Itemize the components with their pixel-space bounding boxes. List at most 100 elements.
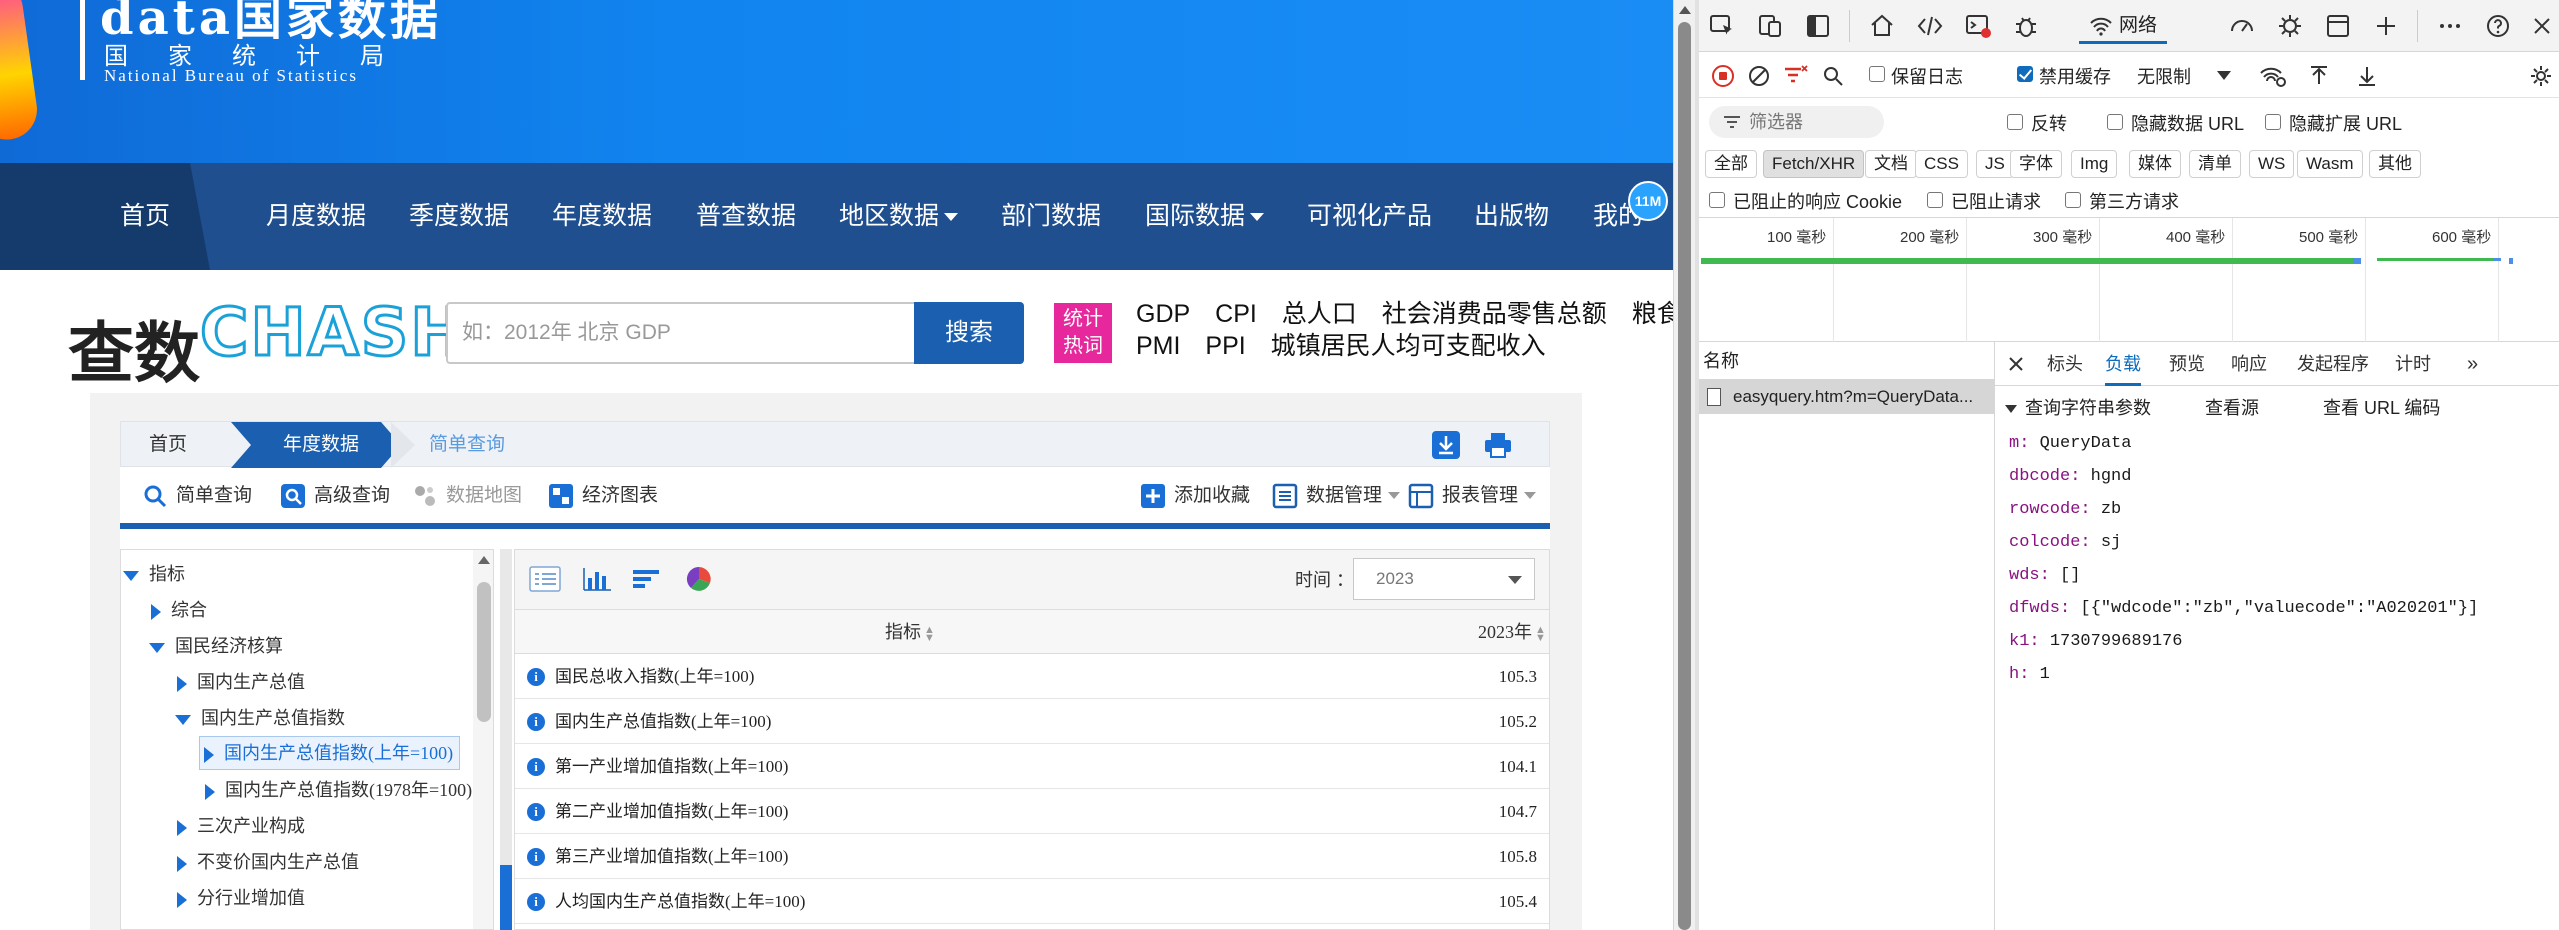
data-management-dropdown[interactable]: 数据管理 [1272,479,1401,513]
table-row[interactable]: i 人均国内生产总值指数(上年=100) 105.4 [515,879,1549,924]
tab-payload[interactable]: 负载 [2105,342,2141,386]
bar-chart-icon[interactable] [581,566,613,592]
nav-item-home[interactable]: 首页 [120,163,170,270]
tree-scroll-thumb[interactable] [477,582,491,722]
network-overview-timeline[interactable]: 100 毫秒 200 毫秒 300 毫秒 400 毫秒 500 毫秒 600 毫… [1699,218,2559,342]
inspect-element-icon[interactable] [1709,13,1735,39]
table-view-icon[interactable] [529,566,561,592]
hot-word-link[interactable]: 社会消费品零售总额 [1382,300,1607,328]
hot-word-link[interactable]: GDP [1136,300,1190,328]
tree-node-selected[interactable]: 国内生产总值指数(上年=100) [199,736,461,770]
application-icon[interactable] [2325,13,2351,39]
advanced-query-button[interactable]: 高级查询 [280,479,390,513]
hide-extension-url-checkbox[interactable] [2265,114,2281,130]
type-filter-font[interactable]: 字体 [2010,150,2062,178]
blocked-requests-checkbox[interactable] [1927,192,1943,208]
info-icon[interactable]: i [527,713,545,731]
table-row[interactable]: i 国内生产总值指数(上年=100) 105.2 [515,699,1549,744]
info-icon[interactable]: i [527,668,545,686]
settings-gear-icon[interactable] [2529,64,2553,88]
floating-badge[interactable]: 11M [1628,181,1668,221]
query-string-section-header[interactable]: 查询字符串参数 [2005,394,2151,420]
tree-node[interactable]: 国内生产总值指数 [175,700,345,736]
tree-node[interactable]: 国内生产总值 [177,664,305,700]
hot-word-link[interactable]: 粮食产量 [1632,300,1673,328]
col-year-header[interactable]: 2023年 ▲ ▼ [1478,610,1546,654]
table-row[interactable]: i 第二产业增加值指数(上年=100) 104.7 [515,789,1549,834]
type-filter-manifest[interactable]: 清单 [2189,150,2241,178]
nav-item-annual[interactable]: 年度数据 [552,163,652,270]
nav-item-monthly[interactable]: 月度数据 [266,163,366,270]
data-map-button[interactable]: 数据地图 [412,479,522,513]
console-icon[interactable] [1965,13,1991,39]
chevron-down-icon[interactable] [2217,71,2231,80]
nav-item-quarterly[interactable]: 季度数据 [409,163,509,270]
type-filter-css[interactable]: CSS [1915,150,1968,178]
horizontal-bar-icon[interactable] [631,566,663,592]
tree-node[interactable]: 分行业增加值 [177,880,305,916]
time-select[interactable]: 2023 [1353,558,1535,600]
tab-timing[interactable]: 计时 [2395,342,2431,386]
disable-cache-checkbox[interactable] [2017,66,2033,82]
tab-network[interactable]: 网络 [2079,8,2168,44]
hot-word-link[interactable]: 总人口 [1282,300,1357,328]
hot-word-link[interactable]: CPI [1215,300,1257,328]
home-icon[interactable] [1869,13,1895,39]
type-filter-fetch-xhr[interactable]: Fetch/XHR [1763,150,1865,178]
filter-active-icon[interactable] [1783,64,1809,88]
type-filter-media[interactable]: 媒体 [2129,150,2181,178]
tree-scrollbar[interactable] [473,550,493,929]
blocked-cookies-checkbox[interactable] [1709,192,1725,208]
close-icon[interactable] [2007,355,2025,373]
tree-node[interactable]: 不变价国内生产总值 [177,844,359,880]
sidebar-toggle-icon[interactable] [1805,13,1831,39]
type-filter-other[interactable]: 其他 [2369,150,2421,178]
elements-code-icon[interactable] [1917,13,1943,39]
tree-node-root[interactable]: 指标 [123,556,185,592]
scroll-up-arrow-icon[interactable] [478,556,490,564]
clear-icon[interactable] [1747,64,1771,88]
search-button[interactable]: 搜索 [914,302,1024,364]
report-management-dropdown[interactable]: 报表管理 [1408,479,1537,513]
breadcrumb-home[interactable]: 首页 [149,422,187,468]
throttling-select[interactable]: 无限制 [2137,63,2191,89]
table-row[interactable]: i 第一产业增加值指数(上年=100) 104.1 [515,744,1549,789]
view-url-encoded-link[interactable]: 查看 URL 编码 [2323,394,2440,420]
nav-item-international[interactable]: 国际数据 [1145,163,1265,270]
nav-item-department[interactable]: 部门数据 [1001,163,1101,270]
device-emulation-icon[interactable] [1757,13,1783,39]
type-filter-all[interactable]: 全部 [1705,150,1757,178]
tree-node[interactable]: 国民经济核算 [149,628,283,664]
request-row[interactable]: easyquery.htm?m=QueryData... [1699,380,1995,414]
download-icon[interactable] [1431,430,1461,460]
pane-splitter-handle[interactable] [500,865,512,930]
network-conditions-icon[interactable] [2259,64,2287,88]
hot-word-link[interactable]: 城镇居民人均可支配收入 [1271,332,1546,360]
nav-item-publications[interactable]: 出版物 [1474,163,1549,270]
close-devtools-icon[interactable] [2529,13,2555,39]
import-har-icon[interactable] [2307,64,2331,88]
tree-node[interactable]: 国内生产总值指数(1978年=100) [205,772,472,808]
scroll-up-arrow-icon[interactable] [1679,6,1691,14]
info-icon[interactable]: i [527,803,545,821]
name-column-header[interactable]: 名称 [1699,342,1995,380]
tab-initiator[interactable]: 发起程序 [2297,342,2369,386]
table-row[interactable]: i 国民总收入指数(上年=100) 105.3 [515,654,1549,699]
nav-item-visualization[interactable]: 可视化产品 [1307,163,1432,270]
tree-node[interactable]: 综合 [151,592,207,628]
hide-data-url-checkbox[interactable] [2107,114,2123,130]
breadcrumb-annual[interactable]: 年度数据 [283,422,359,468]
type-filter-js[interactable]: JS [1976,150,2014,178]
help-icon[interactable] [2485,13,2511,39]
tree-node[interactable]: 三次产业构成 [177,808,305,844]
type-filter-img[interactable]: Img [2071,150,2118,178]
info-icon[interactable]: i [527,893,545,911]
view-source-link[interactable]: 查看源 [2205,394,2259,420]
table-row[interactable]: i 第三产业增加值指数(上年=100) 105.8 [515,834,1549,879]
type-filter-wasm[interactable]: Wasm [2297,150,2363,178]
info-icon[interactable]: i [527,848,545,866]
col-indicator-header[interactable]: 指标 ▲ ▼ [885,610,935,654]
export-har-icon[interactable] [2355,64,2379,88]
bug-icon[interactable] [2013,13,2039,39]
add-favorite-button[interactable]: 添加收藏 [1140,479,1250,513]
